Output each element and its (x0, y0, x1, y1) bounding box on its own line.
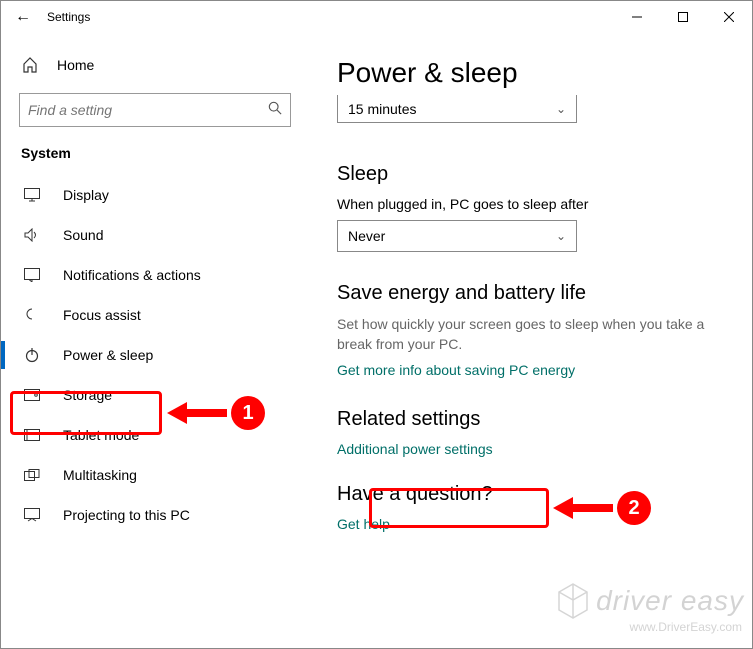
sidebar-item-label: Power & sleep (63, 347, 153, 363)
sidebar-item-display[interactable]: Display (1, 175, 309, 215)
sidebar-item-sound[interactable]: Sound (1, 215, 309, 255)
sidebar-item-multitasking[interactable]: Multitasking (1, 455, 309, 495)
projecting-icon (23, 508, 41, 522)
question-heading: Have a question? (337, 483, 724, 506)
sidebar-item-label: Focus assist (63, 307, 141, 323)
dropdown-value: Never (348, 228, 385, 244)
screen-timeout-dropdown[interactable]: 15 minutes ⌄ (337, 95, 577, 123)
minimize-button[interactable] (614, 1, 660, 33)
category-label: System (1, 145, 309, 175)
energy-heading: Save energy and battery life (337, 282, 724, 305)
settings-window: ← Settings Home (0, 0, 753, 649)
focus-icon (23, 307, 41, 323)
sidebar-item-projecting[interactable]: Projecting to this PC (1, 495, 309, 535)
energy-link[interactable]: Get more info about saving PC energy (337, 362, 724, 378)
dropdown-value: 15 minutes (348, 101, 416, 117)
window-title: Settings (47, 10, 90, 24)
sidebar-item-label: Tablet mode (63, 427, 139, 443)
get-help-link[interactable]: Get help (337, 516, 724, 532)
maximize-button[interactable] (660, 1, 706, 33)
sidebar-item-power-sleep[interactable]: Power & sleep (1, 335, 309, 375)
sleep-section: Sleep When plugged in, PC goes to sleep … (337, 163, 724, 252)
home-nav[interactable]: Home (1, 51, 309, 79)
sidebar-item-notifications[interactable]: Notifications & actions (1, 255, 309, 295)
energy-description: Set how quickly your screen goes to slee… (337, 315, 724, 354)
energy-section: Save energy and battery life Set how qui… (337, 282, 724, 378)
question-section: Have a question? Get help (337, 483, 724, 532)
page-title: Power & sleep (337, 57, 724, 89)
sidebar-item-tablet-mode[interactable]: Tablet mode (1, 415, 309, 455)
sidebar-item-label: Sound (63, 227, 103, 243)
power-icon (23, 347, 41, 363)
sleep-dropdown[interactable]: Never ⌄ (337, 220, 577, 252)
sidebar-item-focus-assist[interactable]: Focus assist (1, 295, 309, 335)
search-icon (268, 101, 282, 120)
sidebar-item-label: Multitasking (63, 467, 137, 483)
notifications-icon (23, 268, 41, 282)
back-button[interactable]: ← (15, 8, 31, 26)
minimize-icon (632, 12, 642, 22)
sleep-label: When plugged in, PC goes to sleep after (337, 196, 724, 212)
nav-list: Display Sound Notifications & actions Fo… (1, 175, 309, 535)
tablet-icon (23, 429, 41, 441)
close-icon (724, 12, 734, 22)
sidebar-item-label: Storage (63, 387, 112, 403)
maximize-icon (678, 12, 688, 22)
main-panel: Power & sleep 15 minutes ⌄ Sleep When pl… (309, 33, 752, 648)
home-label: Home (57, 57, 94, 73)
additional-power-settings-link[interactable]: Additional power settings (337, 441, 724, 457)
sidebar-item-label: Notifications & actions (63, 267, 201, 283)
display-icon (23, 188, 41, 202)
sound-icon (23, 228, 41, 242)
sidebar-item-label: Display (63, 187, 109, 203)
chevron-down-icon: ⌄ (556, 229, 566, 243)
sleep-heading: Sleep (337, 163, 724, 186)
close-button[interactable] (706, 1, 752, 33)
window-controls (614, 1, 752, 33)
home-icon (21, 57, 39, 73)
sidebar-item-label: Projecting to this PC (63, 507, 190, 523)
related-heading: Related settings (337, 408, 724, 431)
sidebar-item-storage[interactable]: Storage (1, 375, 309, 415)
sidebar: Home System Display Sound (1, 33, 309, 648)
related-section: Related settings Additional power settin… (337, 408, 724, 457)
multitasking-icon (23, 469, 41, 481)
search-box[interactable] (19, 93, 291, 127)
titlebar: ← Settings (1, 1, 752, 33)
storage-icon (23, 389, 41, 401)
chevron-down-icon: ⌄ (556, 102, 566, 116)
search-input[interactable] (28, 102, 268, 118)
